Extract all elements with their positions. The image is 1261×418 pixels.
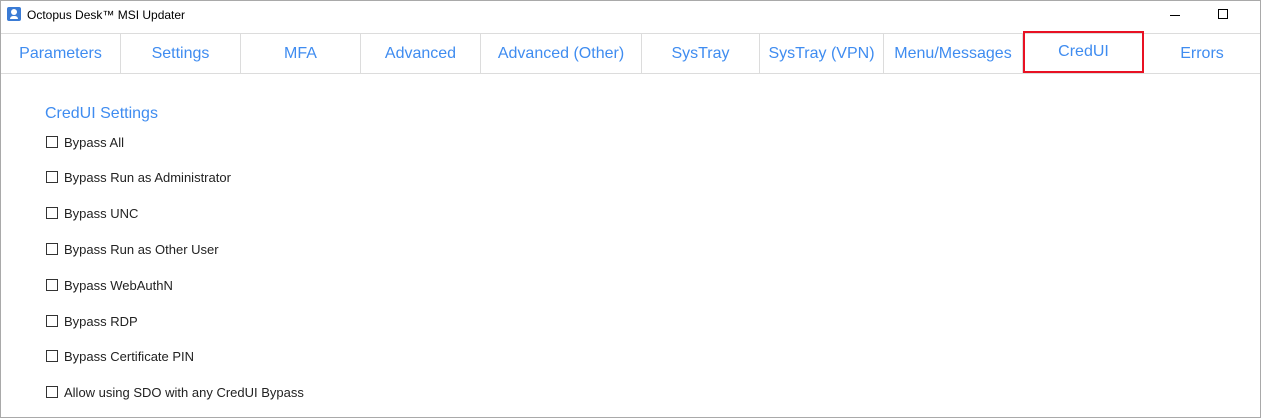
tab-advanced-other[interactable]: Advanced (Other) [481,34,642,73]
tab-advanced[interactable]: Advanced [361,34,481,73]
tab-systray-vpn[interactable]: SysTray (VPN) [760,34,884,73]
checkbox-icon[interactable] [46,350,58,362]
maximize-button[interactable] [1200,1,1246,29]
tab-settings[interactable]: Settings [121,34,241,73]
minimize-icon [1170,15,1180,16]
section-title: CredUI Settings [45,105,158,122]
checkbox-label: Bypass WebAuthN [64,277,173,293]
tab-errors[interactable]: Errors [1144,34,1260,73]
window-title: Octopus Desk™ MSI Updater [27,8,186,22]
checkbox-label: Bypass RDP [64,313,138,329]
checkbox-bypass-certificate-pin[interactable]: Bypass Certificate PIN [46,347,194,365]
minimize-button[interactable] [1152,1,1198,29]
tab-menu-messages[interactable]: Menu/Messages [884,34,1023,73]
checkbox-label: Bypass UNC [64,205,139,221]
checkbox-icon[interactable] [46,315,58,327]
tab-mfa[interactable]: MFA [241,34,361,73]
checkbox-icon[interactable] [46,171,58,183]
checkbox-bypass-rdp[interactable]: Bypass RDP [46,312,138,330]
checkbox-icon[interactable] [46,207,58,219]
maximize-icon [1218,9,1228,19]
title-bar[interactable]: Octopus Desk™ MSI Updater [1,1,1260,29]
checkbox-allow-sdo[interactable]: Allow using SDO with any CredUI Bypass [46,383,304,401]
checkbox-label: Allow using SDO with any CredUI Bypass [64,384,304,400]
app-window: Octopus Desk™ MSI Updater Parameters Set… [0,0,1261,418]
checkbox-bypass-run-as-other-user[interactable]: Bypass Run as Other User [46,240,219,258]
checkbox-icon[interactable] [46,279,58,291]
checkbox-label: Bypass Certificate PIN [64,348,195,364]
checkbox-bypass-run-as-admin[interactable]: Bypass Run as Administrator [46,168,231,186]
tab-systray[interactable]: SysTray [642,34,760,73]
checkbox-icon[interactable] [46,243,58,255]
tab-parameters[interactable]: Parameters [1,34,121,73]
checkbox-bypass-unc[interactable]: Bypass UNC [46,204,138,222]
tab-credui[interactable]: CredUI [1023,31,1144,73]
checkbox-bypass-all[interactable]: Bypass All [46,133,124,151]
checkbox-label: Bypass Run as Other User [64,241,219,257]
checkbox-icon[interactable] [46,136,58,148]
tab-bar: Parameters Settings MFA Advanced Advance… [1,31,1260,74]
checkbox-icon[interactable] [46,386,58,398]
checkbox-label: Bypass All [64,134,124,150]
app-icon [7,7,21,21]
checkbox-label: Bypass Run as Administrator [64,169,231,185]
checkbox-bypass-webauthn[interactable]: Bypass WebAuthN [46,276,173,294]
